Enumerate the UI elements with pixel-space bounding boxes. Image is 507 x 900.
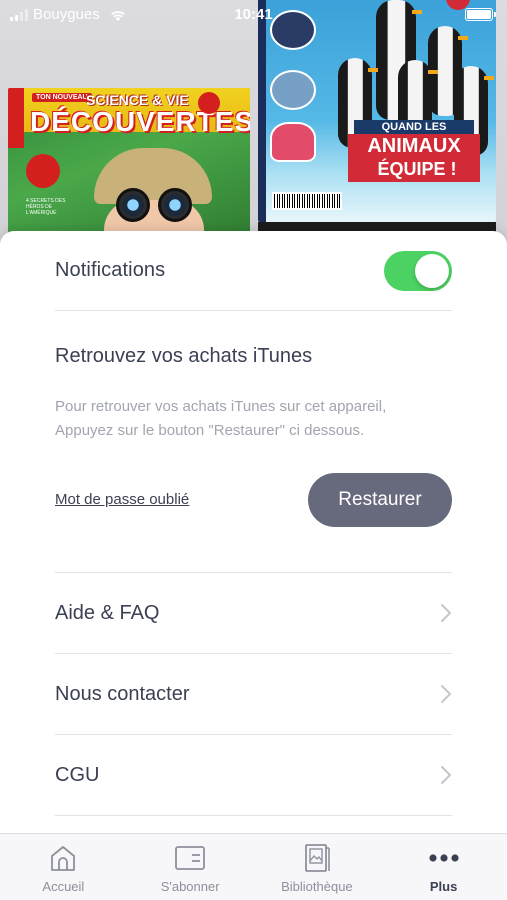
home-icon <box>51 846 76 871</box>
toggle-knob <box>415 253 449 288</box>
magazine-background: TON NOUVEAU SCIENCE & VIE DÉCOUVERTES 4 … <box>0 0 507 250</box>
chevron-right-icon <box>441 604 451 622</box>
status-bar: Bouygues 10:41 <box>0 0 507 32</box>
menu-item-cgu[interactable]: CGU <box>55 735 452 816</box>
menu-item-label: Nous contacter <box>55 682 190 705</box>
more-dots-icon <box>429 854 459 862</box>
cover-side-tag <box>8 88 24 148</box>
notifications-toggle[interactable] <box>384 250 452 291</box>
battery-icon <box>465 8 496 21</box>
magazine-cover-decouvertes: TON NOUVEAU SCIENCE & VIE DÉCOUVERTES 4 … <box>8 88 250 248</box>
tab-sabonner[interactable]: S'abonner <box>127 834 254 900</box>
cover-tag: TON NOUVEAU <box>32 93 92 102</box>
chevron-right-icon <box>441 685 451 703</box>
tab-label: Bibliothèque <box>281 879 353 894</box>
menu-item-contact[interactable]: Nous contacter <box>55 654 452 735</box>
itunes-restore-section: Retrouvez vos achats iTunes Pour retrouv… <box>55 311 452 573</box>
subscribe-card-icon <box>175 846 206 870</box>
tab-accueil[interactable]: Accueil <box>0 834 127 900</box>
cover-age-badge <box>198 92 220 114</box>
cover-character-badge <box>26 154 60 188</box>
magazine-cover-animaux: QUAND LES ANIMAUX FONT ÉQUIPE ! <box>258 0 496 222</box>
tab-label: Accueil <box>42 879 85 894</box>
menu-item-help-faq[interactable]: Aide & FAQ <box>55 573 452 654</box>
settings-sheet: Notifications Retrouvez vos achats iTune… <box>0 231 507 900</box>
cover-headline: QUAND LES <box>354 120 474 134</box>
cover-title: DÉCOUVERTES <box>30 106 250 137</box>
itunes-description: Pour retrouver vos achats iTunes sur cet… <box>55 398 387 439</box>
cover-teaser: 4 SECRETS DES HÉROS DE L'AMÉRIQUE <box>26 198 66 216</box>
tab-label: Plus <box>429 879 458 894</box>
notifications-label: Notifications <box>55 259 166 281</box>
tab-label: S'abonner <box>160 879 220 894</box>
menu-item-label: CGU <box>55 763 100 786</box>
clock: 10:41 <box>234 6 273 23</box>
binocular-left <box>116 188 150 222</box>
restore-button[interactable]: Restaurer <box>308 473 452 527</box>
explorer-hat <box>94 148 212 204</box>
library-book-icon <box>304 844 330 872</box>
menu-item-label: Aide & FAQ <box>55 601 160 624</box>
cover-headline: ÉQUIPE ! <box>358 158 476 181</box>
tab-bar: Accueil S'abonner Bibliothèque Plus <box>0 833 507 900</box>
notifications-row: Notifications <box>55 231 452 311</box>
cover-spine <box>258 0 266 222</box>
binocular-right <box>158 188 192 222</box>
forgot-password-link[interactable]: Mot de passe oublié <box>55 491 189 508</box>
itunes-title: Retrouvez vos achats iTunes <box>55 345 313 367</box>
tab-bibliotheque[interactable]: Bibliothèque <box>254 834 381 900</box>
tab-plus[interactable]: Plus <box>380 834 507 900</box>
cover-thumbnail <box>270 122 316 162</box>
chevron-right-icon <box>441 766 451 784</box>
cover-thumbnail <box>270 70 316 110</box>
barcode <box>272 192 342 210</box>
